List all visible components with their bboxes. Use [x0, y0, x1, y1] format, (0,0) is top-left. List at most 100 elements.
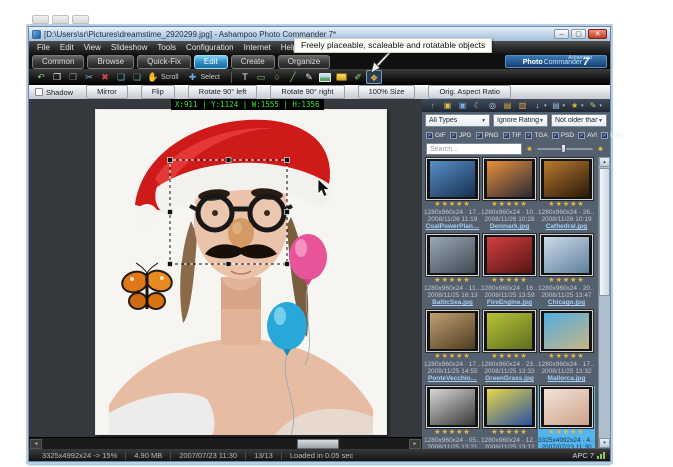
filetype-gif[interactable]: ✓GIF [426, 132, 446, 139]
star-rating[interactable]: ★★★★★ [481, 200, 538, 209]
thumbnail-image[interactable] [483, 158, 536, 200]
menu-tools[interactable]: Tools [152, 43, 181, 52]
chevron-down-icon[interactable]: ▾ [544, 103, 547, 109]
edit-list-icon[interactable]: ✎ [587, 100, 600, 112]
thumbnail-item[interactable]: ★★★★★1280x960x24 · 10…2008/11/26 10:28De… [481, 157, 538, 233]
sort-icon[interactable]: ↓ [531, 100, 544, 112]
search-icon[interactable]: ◎ [486, 100, 499, 112]
menu-edit[interactable]: Edit [55, 43, 79, 52]
thumbnail-item[interactable]: ★★★★★1280x960x24 · 12…2008/11/25 13:12Za… [481, 385, 538, 448]
thumbnail-image[interactable] [483, 386, 536, 428]
tab-edit[interactable]: Edit [194, 55, 228, 69]
thumbnail-image[interactable] [426, 234, 479, 276]
rotate-90-left-button[interactable]: Rotate 90° left [188, 85, 258, 99]
insert-image-tool[interactable] [319, 73, 331, 82]
menu-slideshow[interactable]: Slideshow [106, 43, 152, 52]
close-button[interactable]: ✕ [588, 29, 607, 39]
flip-button[interactable]: Flip [141, 85, 175, 99]
thumb-size-large-icon[interactable]: ✺ [598, 146, 603, 153]
chevron-down-icon[interactable]: ▾ [581, 103, 584, 109]
thumbnail-image[interactable] [540, 158, 593, 200]
rotate-90-right-button[interactable]: Rotate 90° right [270, 85, 344, 99]
thumbnail-image[interactable] [426, 386, 479, 428]
checkbox-icon[interactable]: ✓ [601, 132, 608, 139]
editor-canvas-area[interactable]: X:911 | Y:1124 | W:1555 | H:1356 [29, 99, 422, 449]
scrollbar-thumb[interactable] [297, 439, 339, 449]
vertical-scrollbar[interactable] [598, 157, 610, 448]
thumbnail-filename[interactable]: BalticSea.jpg [424, 299, 481, 307]
checkbox-icon[interactable]: ✓ [525, 132, 532, 139]
rating-filter-icon[interactable]: ★ [568, 100, 581, 112]
scroll-down-icon[interactable] [599, 438, 610, 448]
checkbox-icon[interactable]: ✓ [426, 132, 433, 139]
tab-quick-fix[interactable]: Quick-Fix [137, 55, 191, 69]
delete-icon[interactable]: ✖ [97, 70, 113, 84]
star-rating[interactable]: ★★★★★ [538, 428, 595, 437]
filetype-tif[interactable]: ✓TIF [503, 132, 522, 139]
checkbox-icon[interactable]: ✓ [450, 132, 457, 139]
thumbnail-item[interactable]: ★★★★★1280x960x24 · 17…2008/11/26 11:19Co… [424, 157, 481, 233]
file-type-dropdown[interactable]: All Types ▼ [425, 114, 490, 127]
rectangle-tool[interactable]: ▭ [253, 70, 269, 84]
100-size-button[interactable]: 100% Size [358, 85, 416, 99]
thumbnail-filename[interactable]: Mallorca.jpg [538, 375, 595, 383]
filetype-jpg[interactable]: ✓JPG [450, 132, 472, 139]
thumbnail-image[interactable] [483, 310, 536, 352]
thumbnail-filename[interactable]: PonteVecchio… [424, 375, 481, 383]
thumbnail-image[interactable] [483, 234, 536, 276]
move-file-icon[interactable]: ❏ [113, 70, 129, 84]
thumbnail-item[interactable]: ★★★★★1280x960x24 · 05…2008/11/25 13:21Al… [424, 385, 481, 448]
thumbnail-image[interactable] [540, 386, 593, 428]
thumbnail-filename[interactable]: GreenGrass.jpg [481, 375, 538, 383]
chevron-down-icon[interactable]: ▾ [600, 103, 603, 109]
tab-organize[interactable]: Organize [278, 55, 330, 69]
rating-dropdown[interactable]: Ignore Rating ▼ [493, 114, 548, 127]
thumbnail-item[interactable]: ★★★★★1280x960x24 · 20…2008/11/25 13:47Ch… [538, 233, 595, 309]
clock-icon[interactable]: ☾ [471, 100, 484, 112]
folders-icon[interactable]: ▤ [501, 100, 514, 112]
thumbnail-filename[interactable]: FireEngine.jpg [481, 299, 538, 307]
star-rating[interactable]: ★★★★★ [481, 352, 538, 361]
menu-view[interactable]: View [79, 43, 106, 52]
pen-tool[interactable]: ✎ [301, 70, 317, 84]
checkbox-icon[interactable]: ✓ [476, 132, 483, 139]
speech-bubble-tool[interactable] [336, 73, 347, 81]
star-rating[interactable]: ★★★★★ [538, 200, 595, 209]
filetype-avi[interactable]: ✓AVI [578, 132, 597, 139]
filetype-png[interactable]: ✓PNG [476, 132, 499, 139]
thumbnail-item[interactable]: ★★★★★1280x960x24 · 17…2008/11/25 14:55Po… [424, 309, 481, 385]
select-tool[interactable]: ✚ [185, 70, 201, 84]
new-folder-icon[interactable]: ▣ [456, 100, 469, 112]
checkbox-icon[interactable]: ✓ [552, 132, 559, 139]
thumbnail-image[interactable] [540, 234, 593, 276]
slider-handle[interactable] [561, 144, 566, 153]
menu-configuration[interactable]: Configuration [181, 43, 239, 52]
text-tool[interactable]: T [237, 70, 253, 84]
ellipse-tool[interactable]: ○ [269, 70, 285, 84]
star-rating[interactable]: ★★★★★ [424, 352, 481, 361]
scroll-tool[interactable]: ✋ [145, 70, 161, 84]
minimize-button[interactable]: – [554, 29, 569, 39]
photo-canvas[interactable] [95, 109, 387, 435]
thumbnail-image[interactable] [540, 310, 593, 352]
menu-internet[interactable]: Internet [239, 43, 276, 52]
thumbnail-item[interactable]: ★★★★★1280x960x24 · 16…2008/11/25 13:59Fi… [481, 233, 538, 309]
copy-file-icon[interactable]: ❏ [129, 70, 145, 84]
star-rating[interactable]: ★★★★★ [481, 428, 538, 437]
filetype-psd[interactable]: ✓PSD [552, 132, 574, 139]
tab-create[interactable]: Create [231, 55, 275, 69]
scrollbar-thumb[interactable] [599, 168, 610, 296]
thumbnail-item[interactable]: ★★★★★1280x960x24 · 17…2008/11/25 13:32Ma… [538, 309, 595, 385]
menu-file[interactable]: File [32, 43, 55, 52]
filetype-tga[interactable]: ✓TGA [525, 132, 547, 139]
chevron-down-icon[interactable]: ▾ [563, 103, 566, 109]
scroll-right-icon[interactable] [409, 439, 421, 449]
checkbox-icon[interactable] [35, 88, 43, 96]
thumbnail-item[interactable]: ★★★★★3325x4992x24 · 4…2007/07/23 11:30dr… [538, 385, 595, 448]
thumbnail-item[interactable]: ★★★★★1280x960x24 · 11…2008/11/25 16:13Ba… [424, 233, 481, 309]
thumbnail-filename[interactable]: Chicago.jpg [538, 299, 595, 307]
folder-icon[interactable]: ▣ [441, 100, 454, 112]
thumbnail-filename[interactable]: Cathedral.jpg [538, 223, 595, 231]
star-rating[interactable]: ★★★★★ [424, 200, 481, 209]
thumbnail-image[interactable] [426, 310, 479, 352]
